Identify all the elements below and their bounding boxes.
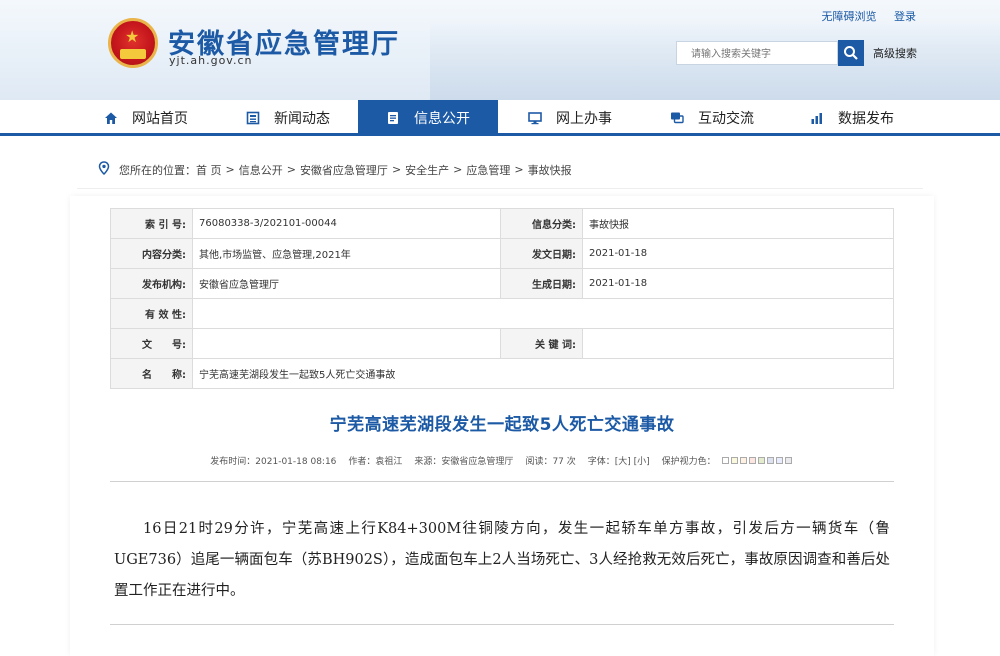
meta-label: 索 引 号: xyxy=(110,208,193,239)
meta-value-doc-no xyxy=(192,328,501,359)
breadcrumb-item-safety[interactable]: 安全生产 xyxy=(405,162,449,178)
meta-label: 有 效 性: xyxy=(110,298,193,329)
meta-value-keywords xyxy=(582,328,894,359)
search-button[interactable] xyxy=(838,40,864,66)
article-divider-top xyxy=(110,481,894,482)
meta-value-index: 76080338-3/202101-00044 xyxy=(192,208,501,239)
accessibility-link[interactable]: 无障碍浏览 xyxy=(822,10,877,23)
meta-row: 发布机构: 安徽省应急管理厅 生成日期: 2021-01-18 xyxy=(110,268,894,299)
breadcrumb-separator: > xyxy=(514,163,524,176)
home-icon xyxy=(104,111,118,125)
meta-value-category: 事故快报 xyxy=(582,208,894,239)
meta-row: 内容分类: 其他,市场监管、应急管理,2021年 发文日期: 2021-01-1… xyxy=(110,238,894,269)
top-links: 无障碍浏览 登录 xyxy=(808,8,917,24)
chart-icon xyxy=(810,111,824,125)
nav-label: 信息公开 xyxy=(414,111,470,127)
meta-value-content: 其他,市场监管、应急管理,2021年 xyxy=(192,238,501,269)
site-header: ★ 安徽省应急管理厅 yjt.ah.gov.cn 无障碍浏览 登录 高级搜索 xyxy=(0,0,1000,100)
eye-color-swatch[interactable] xyxy=(730,457,738,464)
nav-item-data-release[interactable]: 数据发布 xyxy=(782,100,922,136)
breadcrumb-separator: > xyxy=(453,163,463,176)
nav-item-online-service[interactable]: 网上办事 xyxy=(500,100,640,136)
monitor-icon xyxy=(528,111,542,125)
site-domain: yjt.ah.gov.cn xyxy=(169,54,253,67)
chat-icon xyxy=(670,111,684,125)
main-nav: 网站首页 新闻动态 信息公开 网上办事 互动交流 数据发布 xyxy=(0,100,1000,136)
meta-label: 关 键 词: xyxy=(500,328,583,359)
nav-label: 网站首页 xyxy=(132,111,188,127)
nav-label: 新闻动态 xyxy=(274,111,330,127)
article-meta: 发布时间：2021-01-18 08:16 作者：袁祖江 来源：安徽省应急管理厅… xyxy=(70,454,934,467)
source: 来源：安徽省应急管理厅 xyxy=(414,457,514,467)
breadcrumb-item-emergency[interactable]: 应急管理 xyxy=(466,162,510,178)
breadcrumb-item-home[interactable]: 首 页 xyxy=(196,162,222,178)
document-icon xyxy=(386,111,400,125)
eye-protect-swatches xyxy=(721,457,794,464)
search-box xyxy=(676,41,838,66)
location-pin-icon xyxy=(97,161,111,178)
nav-label: 互动交流 xyxy=(698,111,754,127)
breadcrumb-separator: > xyxy=(286,163,296,176)
breadcrumb-item-info[interactable]: 信息公开 xyxy=(239,162,283,178)
search-icon xyxy=(844,46,858,60)
meta-value-org: 安徽省应急管理厅 xyxy=(192,268,501,299)
eye-color-swatch[interactable] xyxy=(748,457,756,464)
meta-row: 名 称: 宁芜高速芜湖段发生一起致5人死亡交通事故 xyxy=(110,358,894,389)
article-title: 宁芜高速芜湖段发生一起致5人死亡交通事故 xyxy=(329,415,675,435)
meta-label: 内容分类: xyxy=(110,238,193,269)
nav-item-info-disclosure[interactable]: 信息公开 xyxy=(358,100,498,136)
meta-label: 生成日期: xyxy=(500,268,583,299)
document-meta-table: 索 引 号: 76080338-3/202101-00044 信息分类: 事故快… xyxy=(110,208,894,389)
eye-color-swatch[interactable] xyxy=(739,457,747,464)
nav-item-interaction[interactable]: 互动交流 xyxy=(642,100,782,136)
news-icon xyxy=(246,111,260,125)
eye-color-swatch[interactable] xyxy=(757,457,765,464)
nav-item-news[interactable]: 新闻动态 xyxy=(218,100,358,136)
article-container: 索 引 号: 76080338-3/202101-00044 信息分类: 事故快… xyxy=(70,196,934,656)
meta-value-publish-date: 2021-01-18 xyxy=(582,238,894,269)
meta-label: 信息分类: xyxy=(500,208,583,239)
login-link[interactable]: 登录 xyxy=(894,10,916,23)
meta-row: 索 引 号: 76080338-3/202101-00044 信息分类: 事故快… xyxy=(110,208,894,239)
font-size-control[interactable]: 字体：[大] [小] xyxy=(588,454,650,467)
national-emblem-icon: ★ xyxy=(108,18,158,68)
meta-value-name: 宁芜高速芜湖段发生一起致5人死亡交通事故 xyxy=(192,358,894,389)
meta-label: 文 号: xyxy=(110,328,193,359)
eye-color-swatch[interactable] xyxy=(775,457,783,464)
publish-time: 发布时间：2021-01-18 08:16 xyxy=(210,457,337,467)
meta-label: 发布机构: xyxy=(110,268,193,299)
eye-protect-label: 保护视力色： xyxy=(661,457,716,467)
eye-color-swatch[interactable] xyxy=(784,457,792,464)
meta-value-validity xyxy=(192,298,894,329)
breadcrumb-separator: > xyxy=(391,163,402,176)
breadcrumb-item-dept[interactable]: 安徽省应急管理厅 xyxy=(300,162,388,178)
read-count: 阅读：77 次 xyxy=(525,457,576,467)
nav-label: 数据发布 xyxy=(838,111,894,127)
meta-value-gen-date: 2021-01-18 xyxy=(582,268,894,299)
eye-color-swatch[interactable] xyxy=(721,457,729,464)
meta-row: 文 号: 关 键 词: xyxy=(110,328,894,359)
nav-item-home[interactable]: 网站首页 xyxy=(76,100,216,136)
advanced-search-link[interactable]: 高级搜索 xyxy=(873,45,917,61)
breadcrumb-item-accident-report[interactable]: 事故快报 xyxy=(528,162,572,178)
breadcrumb-separator: > xyxy=(225,163,235,176)
eye-color-swatch[interactable] xyxy=(766,457,774,464)
article-divider-bottom xyxy=(110,624,894,625)
author: 作者：袁祖江 xyxy=(348,457,403,467)
breadcrumb: 您所在的位置： 首 页 > 信息公开 > 安徽省应急管理厅 > 安全生产 > 应… xyxy=(97,161,572,178)
nav-label: 网上办事 xyxy=(556,111,612,127)
meta-row: 有 效 性: xyxy=(110,298,894,329)
search-input[interactable] xyxy=(677,43,837,66)
article-body: 16日21时29分许，宁芜高速上行K84+300M往铜陵方向，发生一起轿车单方事… xyxy=(114,521,890,599)
breadcrumb-panel: 您所在的位置： 首 页 > 信息公开 > 安徽省应急管理厅 > 安全生产 > 应… xyxy=(77,147,923,189)
meta-label: 名 称: xyxy=(110,358,193,389)
breadcrumb-prefix: 您所在的位置： xyxy=(119,163,196,177)
meta-label: 发文日期: xyxy=(500,238,583,269)
